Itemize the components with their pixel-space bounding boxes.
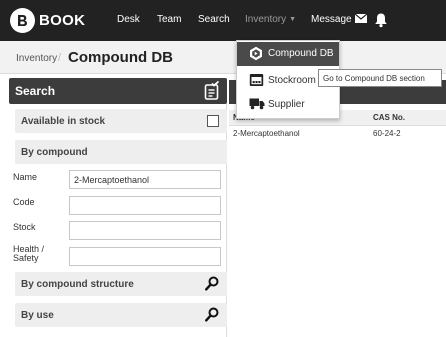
- result-cas-cell: 60-24-2: [373, 129, 401, 138]
- menu-item-supplier-label: Supplier: [268, 99, 305, 110]
- available-in-stock-row[interactable]: Available in stock: [15, 109, 227, 133]
- column-cas-header[interactable]: CAS No.: [373, 113, 405, 122]
- nav-team[interactable]: Team: [157, 14, 181, 25]
- envelope-icon: [354, 13, 367, 23]
- search-icon[interactable]: [205, 307, 219, 322]
- nav-search[interactable]: Search: [198, 14, 230, 25]
- menu-item-supplier[interactable]: Supplier: [237, 93, 339, 117]
- caret-down-icon: ▼: [289, 16, 297, 23]
- by-use-label: By use: [21, 310, 54, 321]
- search-panel-title: Search: [15, 84, 56, 98]
- by-compound-section[interactable]: By compound: [15, 140, 227, 164]
- truck-icon: [249, 98, 265, 110]
- available-in-stock-checkbox[interactable]: [207, 115, 219, 127]
- breadcrumb-inventory-link[interactable]: Inventory: [16, 53, 57, 64]
- search-panel-header: Search: [9, 78, 227, 104]
- available-in-stock-label: Available in stock: [21, 116, 106, 127]
- compound-icon: [250, 46, 262, 61]
- tooltip: Go to Compound DB section: [318, 69, 442, 87]
- menu-item-compound-db[interactable]: Compound DB: [237, 42, 339, 66]
- app-logo[interactable]: BOOK: [10, 8, 85, 33]
- result-name-cell[interactable]: 2-Mercaptoethanol: [233, 129, 300, 138]
- nav-inventory[interactable]: Inventory ▼: [245, 14, 296, 25]
- clipboard-check-icon[interactable]: [203, 81, 221, 101]
- stock-label: Stock: [13, 222, 36, 232]
- by-compound-structure-row[interactable]: By compound structure: [15, 272, 227, 296]
- nav-desk[interactable]: Desk: [117, 14, 140, 25]
- nav-inventory-label: Inventory: [245, 14, 287, 25]
- stock-field[interactable]: [69, 221, 221, 240]
- page: BOOK Desk Team Search Inventory ▼ Message…: [0, 0, 446, 337]
- by-compound-structure-label: By compound structure: [21, 279, 134, 290]
- nav-message-label: Message: [311, 14, 352, 25]
- logo-text: BOOK: [39, 12, 86, 29]
- stockroom-icon: [249, 74, 264, 86]
- bell-icon[interactable]: [374, 12, 388, 28]
- menu-item-compound-db-label: Compound DB: [268, 48, 334, 59]
- health-safety-field[interactable]: [69, 247, 221, 266]
- by-compound-label: By compound: [21, 147, 88, 158]
- breadcrumb-separator: /: [58, 52, 62, 64]
- health-safety-label: Health / Safety: [13, 244, 45, 263]
- nav-message[interactable]: Message: [311, 13, 367, 25]
- page-title: Compound DB: [68, 49, 173, 66]
- code-field[interactable]: [69, 196, 221, 215]
- search-icon[interactable]: [205, 276, 219, 291]
- b-logo-icon: [10, 8, 35, 33]
- menu-item-stockroom-label: Stockroom: [268, 75, 316, 86]
- top-navbar: BOOK Desk Team Search Inventory ▼ Message: [0, 0, 446, 41]
- name-label: Name: [13, 172, 38, 182]
- by-use-row[interactable]: By use: [15, 303, 227, 327]
- code-label: Code: [13, 197, 35, 207]
- name-field[interactable]: [69, 170, 221, 189]
